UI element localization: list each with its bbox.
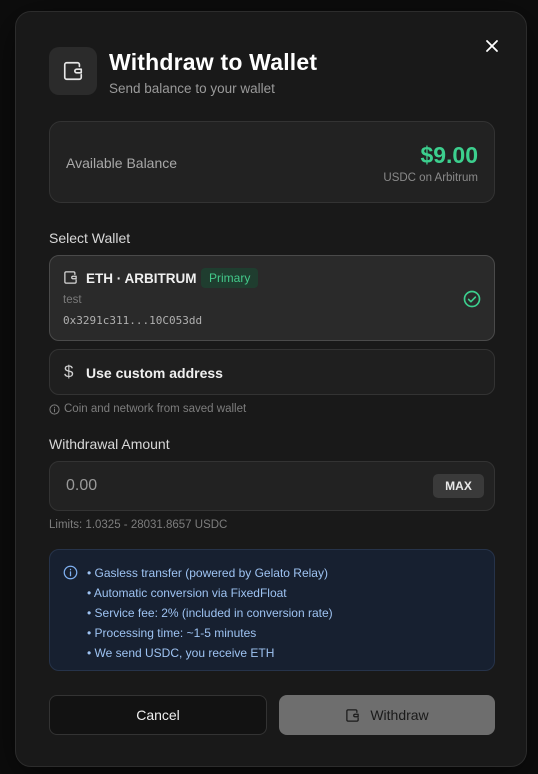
info-item: • Automatic conversion via FixedFloat bbox=[87, 586, 287, 600]
max-button[interactable]: MAX bbox=[433, 474, 484, 498]
amount-input-container: MAX bbox=[49, 461, 495, 511]
info-item: • Processing time: ~1-5 minutes bbox=[87, 626, 257, 640]
wallet-label: test bbox=[63, 294, 82, 306]
withdrawal-limits: Limits: 1.0325 - 28031.8657 USDC bbox=[49, 519, 228, 531]
balance-amount: $9.00 bbox=[420, 142, 478, 168]
info-item: • We send USDC, you receive ETH bbox=[87, 646, 275, 660]
balance-network: USDC on Arbitrum bbox=[383, 172, 478, 184]
info-box: • Gasless transfer (powered by Gelato Re… bbox=[49, 549, 495, 671]
info-item: • Service fee: 2% (included in conversio… bbox=[87, 606, 333, 620]
wallet-hint-text: Coin and network from saved wallet bbox=[64, 403, 247, 415]
wallet-hint: Coin and network from saved wallet bbox=[49, 403, 246, 415]
wallet-name: ETH · ARBITRUM bbox=[86, 271, 197, 286]
saved-wallet-option[interactable]: ETH · ARBITRUM Primary test 0x3291c311..… bbox=[49, 255, 495, 341]
cancel-button[interactable]: Cancel bbox=[49, 695, 267, 735]
withdraw-modal: Withdraw to Wallet Send balance to your … bbox=[15, 11, 527, 767]
withdraw-button-label: Withdraw bbox=[370, 707, 429, 723]
amount-input[interactable] bbox=[50, 462, 410, 510]
custom-address-option[interactable]: $ Use custom address bbox=[49, 349, 495, 395]
custom-address-label: Use custom address bbox=[86, 365, 223, 381]
wallet-icon bbox=[346, 708, 360, 722]
wallet-icon bbox=[49, 47, 97, 95]
modal-subtitle: Send balance to your wallet bbox=[109, 81, 275, 96]
withdraw-button[interactable]: Withdraw bbox=[279, 695, 495, 735]
balance-card: Available Balance $9.00 USDC on Arbitrum bbox=[49, 121, 495, 203]
info-icon bbox=[63, 565, 78, 585]
dollar-icon: $ bbox=[64, 362, 74, 381]
info-list: • Gasless transfer (powered by Gelato Re… bbox=[87, 563, 333, 663]
modal-title: Withdraw to Wallet bbox=[109, 49, 318, 75]
info-icon bbox=[49, 403, 60, 415]
wallet-icon bbox=[63, 270, 78, 290]
balance-label: Available Balance bbox=[66, 155, 178, 171]
select-wallet-label: Select Wallet bbox=[49, 230, 131, 246]
close-button[interactable] bbox=[480, 34, 504, 58]
withdrawal-amount-label: Withdrawal Amount bbox=[49, 436, 170, 452]
close-icon bbox=[486, 40, 498, 52]
primary-badge: Primary bbox=[201, 268, 259, 288]
info-item: • Gasless transfer (powered by Gelato Re… bbox=[87, 566, 328, 580]
check-circle-icon bbox=[462, 289, 482, 314]
wallet-address: 0x3291c311...10C053dd bbox=[63, 314, 203, 327]
